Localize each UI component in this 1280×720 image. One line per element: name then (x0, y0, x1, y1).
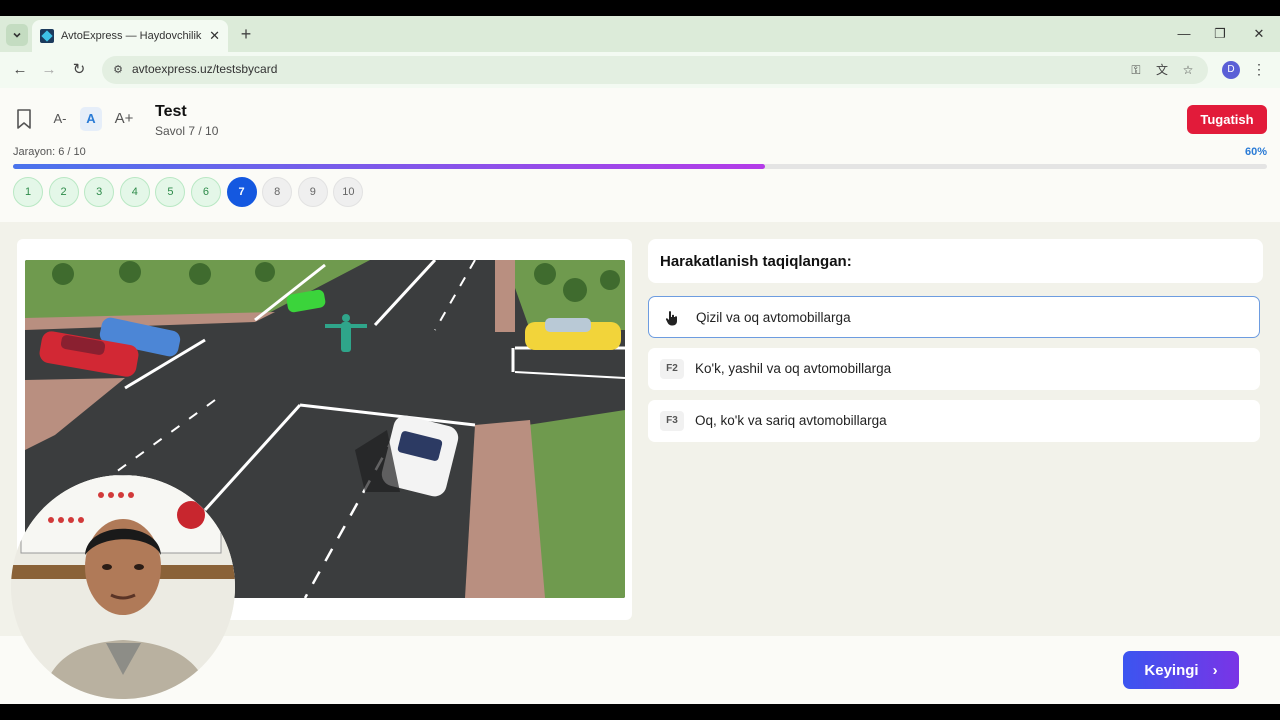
close-tab-icon[interactable]: ✕ (209, 28, 220, 44)
answer-text: Qizil va oq avtomobillarga (696, 310, 851, 325)
hand-pointer-icon (665, 311, 677, 326)
question-nav-item[interactable]: 9 (297, 177, 328, 207)
browser-tab-active[interactable]: AvtoExpress — Haydovchilik Te ✕ (32, 20, 228, 52)
answer-text: Ko'k, yashil va oq avtomobillarga (695, 361, 892, 376)
translate-icon[interactable]: 文 (1154, 62, 1170, 78)
back-arrow-icon[interactable]: ← (11, 61, 29, 79)
close-window-button[interactable]: ✕ (1249, 26, 1269, 42)
question-nav-item[interactable]: 3 (84, 177, 115, 207)
forward-arrow-icon[interactable]: → (40, 61, 58, 79)
tab-search-button[interactable] (6, 24, 28, 46)
question-nav-item[interactable]: 8 (262, 177, 293, 207)
font-increase-button[interactable]: A+ (108, 107, 140, 131)
site-favicon-icon (40, 29, 54, 43)
progress-label: Jarayon: 6 / 10 (13, 146, 86, 158)
shortcut-key-badge: F3 (660, 411, 684, 431)
address-bar[interactable]: ⚙ avtoexpress.uz/testsbycard ⚿ 文 ☆ (102, 56, 1208, 84)
font-decrease-button[interactable]: A- (48, 107, 72, 131)
presenter-video (11, 475, 235, 699)
reload-icon[interactable]: ↻ (70, 61, 88, 79)
tab-title: AvtoExpress — Haydovchilik Te (61, 30, 203, 42)
screen-bottom-border (0, 704, 1280, 720)
next-question-button[interactable]: Keyingi › (1123, 651, 1239, 689)
shortcut-key-badge: F2 (660, 359, 684, 379)
question-nav-item[interactable]: 10 (333, 177, 364, 207)
question-nav-item[interactable]: 6 (190, 177, 221, 207)
question-nav-item[interactable]: 1 (13, 177, 43, 207)
bookmark-icon[interactable] (14, 108, 34, 130)
finish-button[interactable]: Tugatish (1187, 105, 1267, 134)
profile-avatar[interactable]: D (1222, 61, 1240, 79)
test-header: A- A A+ Test Savol 7 / 10 Tugatish Jaray… (0, 88, 1280, 222)
question-nav-item[interactable]: 2 (48, 177, 79, 207)
browser-toolbar: ← → ↻ ⚙ avtoexpress.uz/testsbycard ⚿ 文 ☆… (0, 52, 1280, 88)
browser-tab-strip: AvtoExpress — Haydovchilik Te ✕ + — ❐ ✕ (0, 16, 1280, 52)
chevron-down-icon (13, 32, 21, 38)
new-tab-button[interactable]: + (236, 24, 256, 44)
next-button-label: Keyingi (1144, 661, 1199, 679)
question-text: Harakatlanish taqiqlangan: (660, 253, 852, 270)
chevron-right-icon: › (1212, 661, 1218, 679)
question-nav-item[interactable]: 7 (226, 177, 257, 207)
browser-menu-icon[interactable]: ⋮ (1252, 61, 1266, 78)
progress-bar (13, 164, 1267, 169)
restore-window-button[interactable]: ❐ (1210, 26, 1230, 42)
font-normal-button[interactable]: A (80, 107, 102, 131)
answer-option-1[interactable]: Qizil va oq avtomobillarga (648, 296, 1260, 338)
question-nav-item[interactable]: 5 (155, 177, 186, 207)
minimize-window-button[interactable]: — (1174, 26, 1194, 41)
url-text[interactable]: avtoexpress.uz/testsbycard (132, 62, 277, 76)
question-counter: Savol 7 / 10 (155, 124, 219, 138)
key-icon[interactable]: ⚿ (1128, 62, 1144, 78)
progress-percent: 60% (1244, 146, 1267, 158)
screen-top-border (0, 0, 1280, 16)
question-navigator: 1 2 3 4 5 6 7 8 9 10 (13, 177, 364, 207)
answer-option-2[interactable]: F2 Ko'k, yashil va oq avtomobillarga (648, 348, 1260, 390)
progress-bar-fill (13, 164, 766, 169)
answer-option-3[interactable]: F3 Oq, ko'k va sariq avtomobillarga (648, 400, 1260, 442)
page-title: Test (155, 103, 187, 120)
question-card: Harakatlanish taqiqlangan: (648, 239, 1263, 283)
star-icon[interactable]: ☆ (1180, 62, 1196, 78)
site-settings-icon[interactable]: ⚙ (110, 62, 126, 78)
answer-text: Oq, ko'k va sariq avtomobillarga (695, 413, 887, 428)
question-nav-item[interactable]: 4 (119, 177, 150, 207)
webcam-overlay (11, 475, 235, 699)
